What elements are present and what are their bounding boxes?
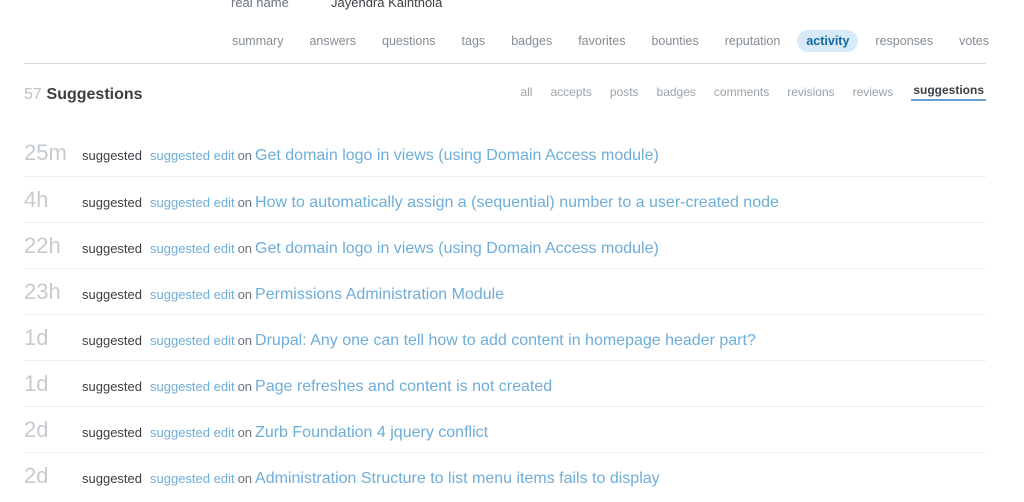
nav-tab-badges[interactable]: badges xyxy=(502,30,561,53)
activity-preposition: on xyxy=(237,425,253,440)
activity-verb: suggested xyxy=(82,379,142,394)
filter-tab-posts[interactable]: posts xyxy=(610,86,639,101)
nav-tab-bounties[interactable]: bounties xyxy=(642,30,707,53)
nav-tab-responses[interactable]: responses xyxy=(866,30,942,53)
activity-row: 25m suggested suggested edit on Get domain l… xyxy=(24,130,986,176)
suggested-edit-link[interactable]: suggested edit xyxy=(150,241,235,256)
activity-verb: suggested xyxy=(82,195,142,210)
post-title-link[interactable]: Get domain logo in views (using Domain A… xyxy=(255,147,659,164)
activity-verb: suggested xyxy=(82,425,142,440)
activity-time: 2d xyxy=(24,463,49,488)
activity-body: suggested suggested edit on Page refreshes … xyxy=(82,364,986,410)
suggested-edit-link[interactable]: suggested edit xyxy=(150,333,235,348)
filter-tab-comments[interactable]: comments xyxy=(714,86,769,101)
activity-preposition: on xyxy=(237,241,253,256)
real-name-value: Jayendra Kainthola xyxy=(331,0,443,10)
nav-tab-activity[interactable]: activity xyxy=(797,29,859,53)
activity-row: 23h suggested suggested edit on Permissions … xyxy=(24,268,986,314)
activity-preposition: on xyxy=(237,287,253,302)
activity-body: suggested suggested edit on Get domain logo… xyxy=(82,133,986,179)
activity-row: 4h suggested suggested edit on How to automa… xyxy=(24,176,986,222)
profile-nav-tabs: summary answers questions tags badges favorit… xyxy=(24,28,989,54)
activity-time: 4h xyxy=(24,187,49,212)
filter-tab-accepts[interactable]: accepts xyxy=(550,86,591,101)
activity-verb: suggested xyxy=(82,333,142,348)
activity-row: 2d suggested suggested edit on Administratio… xyxy=(24,452,986,498)
activity-verb: suggested xyxy=(82,471,142,486)
activity-body: suggested suggested edit on Permissions Adm… xyxy=(82,272,986,318)
activity-filter-tabs: all accepts posts badges comments revisions re… xyxy=(502,84,986,101)
activity-preposition: on xyxy=(237,379,253,394)
activity-body: suggested suggested edit on Get domain logo… xyxy=(82,226,986,272)
nav-tab-reputation[interactable]: reputation xyxy=(716,30,790,53)
activity-preposition: on xyxy=(237,471,253,486)
suggested-edit-link[interactable]: suggested edit xyxy=(150,471,235,486)
nav-tab-questions[interactable]: questions xyxy=(373,30,445,53)
real-name-label: real name xyxy=(231,0,289,10)
activity-list: 25m suggested suggested edit on Get domain l… xyxy=(24,130,986,498)
nav-tab-summary[interactable]: summary xyxy=(223,30,292,53)
activity-time: 1d xyxy=(24,371,49,396)
post-title-link[interactable]: Zurb Foundation 4 jquery conflict xyxy=(255,424,488,441)
activity-time: 1d xyxy=(24,325,49,350)
suggested-edit-link[interactable]: suggested edit xyxy=(150,148,235,163)
activity-time: 2d xyxy=(24,417,49,442)
activity-verb: suggested xyxy=(82,148,142,163)
suggested-edit-link[interactable]: suggested edit xyxy=(150,379,235,394)
activity-preposition: on xyxy=(237,195,253,210)
filter-tab-reviews[interactable]: reviews xyxy=(853,86,894,101)
activity-body: suggested suggested edit on Zurb Foundation… xyxy=(82,410,986,456)
activity-time: 23h xyxy=(24,279,61,304)
activity-preposition: on xyxy=(237,333,253,348)
profile-activity-page: real name Jayendra Kainthola summary answ… xyxy=(0,0,1024,500)
post-title-link[interactable]: Administration Structure to list menu it… xyxy=(255,470,660,487)
activity-body: suggested suggested edit on Drupal: Any one… xyxy=(82,318,986,364)
activity-body: suggested suggested edit on How to automati… xyxy=(82,180,986,226)
activity-row: 1d suggested suggested edit on Page refreshe… xyxy=(24,360,986,406)
post-title-link[interactable]: How to automatically assign a (sequentia… xyxy=(255,194,779,211)
activity-preposition: on xyxy=(237,148,253,163)
activity-verb: suggested xyxy=(82,287,142,302)
activity-time: 22h xyxy=(24,233,61,258)
suggested-edit-link[interactable]: suggested edit xyxy=(150,287,235,302)
nav-tab-answers[interactable]: answers xyxy=(300,30,365,53)
profile-detail-row: real name Jayendra Kainthola xyxy=(0,0,1024,13)
post-title-link[interactable]: Drupal: Any one can tell how to add cont… xyxy=(255,332,756,349)
activity-row: 2d suggested suggested edit on Zurb Foundati… xyxy=(24,406,986,452)
suggested-edit-link[interactable]: suggested edit xyxy=(150,425,235,440)
suggestion-title-word: Suggestions xyxy=(46,86,143,103)
section-header: 57 Suggestions all accepts posts badges comm… xyxy=(24,82,986,112)
page-title: 57 Suggestions xyxy=(24,82,143,107)
filter-tab-badges[interactable]: badges xyxy=(657,86,696,101)
nav-tab-favorites[interactable]: favorites xyxy=(569,30,634,53)
nav-tab-votes[interactable]: votes xyxy=(950,30,998,53)
activity-body: suggested suggested edit on Administration … xyxy=(82,456,986,502)
suggestion-count: 57 xyxy=(24,86,42,103)
nav-divider xyxy=(24,63,986,64)
filter-tab-suggestions[interactable]: suggestions xyxy=(911,84,986,101)
activity-time: 25m xyxy=(24,140,67,165)
filter-tab-revisions[interactable]: revisions xyxy=(787,86,834,101)
post-title-link[interactable]: Page refreshes and content is not create… xyxy=(255,378,552,395)
post-title-link[interactable]: Permissions Administration Module xyxy=(255,286,504,303)
filter-tab-all[interactable]: all xyxy=(520,86,532,101)
suggested-edit-link[interactable]: suggested edit xyxy=(150,195,235,210)
nav-tab-tags[interactable]: tags xyxy=(453,30,495,53)
post-title-link[interactable]: Get domain logo in views (using Domain A… xyxy=(255,240,659,257)
activity-row: 22h suggested suggested edit on Get domain l… xyxy=(24,222,986,268)
activity-row: 1d suggested suggested edit on Drupal: Any o… xyxy=(24,314,986,360)
activity-verb: suggested xyxy=(82,241,142,256)
